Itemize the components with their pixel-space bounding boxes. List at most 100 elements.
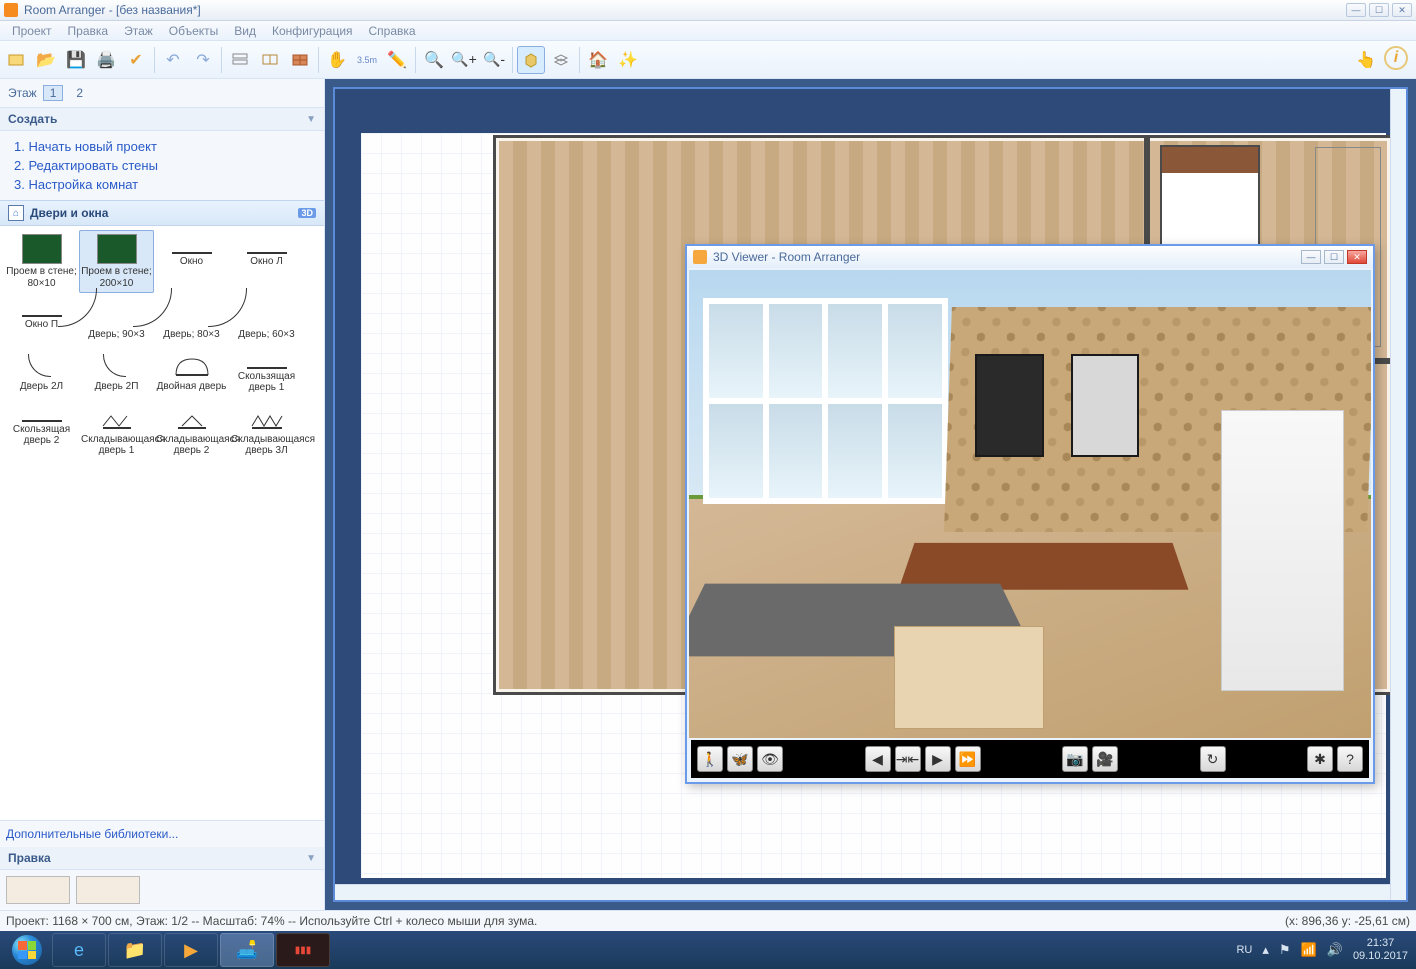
menu-floor[interactable]: Этаж xyxy=(116,24,161,38)
step-setup-rooms[interactable]: 3. Настройка комнат xyxy=(14,175,310,194)
flag-icon[interactable]: ⚑ xyxy=(1279,942,1291,958)
chevron-down-icon: ▼ xyxy=(306,114,316,125)
badge-3d: 3D xyxy=(298,208,316,218)
menu-view[interactable]: Вид xyxy=(226,24,264,38)
prev-icon[interactable]: ◀ xyxy=(865,746,891,772)
status-coords: (x: 896,36 y: -25,61 см) xyxy=(1285,914,1410,928)
maximize-button[interactable]: ☐ xyxy=(1369,3,1389,17)
lib-item-folding-1[interactable]: Складывающаяся дверь 1 xyxy=(79,398,154,461)
more-libraries-link[interactable]: Дополнительные библиотеки... xyxy=(0,820,324,847)
taskbar-explorer-icon[interactable]: 📁 xyxy=(108,933,162,967)
sparkle-icon[interactable]: ✨ xyxy=(614,46,642,74)
viewer-titlebar[interactable]: 3D Viewer - Room Arranger — ☐ ✕ xyxy=(687,246,1373,268)
edit-walls-icon[interactable] xyxy=(256,46,284,74)
fast-forward-icon[interactable]: ⏩ xyxy=(955,746,981,772)
menu-config[interactable]: Конфигурация xyxy=(264,24,361,38)
pencil-icon[interactable]: ✏️ xyxy=(383,46,411,74)
help-icon[interactable]: ? xyxy=(1337,746,1363,772)
tray-up-icon[interactable]: ▴ xyxy=(1262,942,1269,958)
window-title: Room Arranger - [без названия*] xyxy=(24,3,201,17)
zoom-in-icon[interactable]: 🔍+ xyxy=(450,46,478,74)
lib-item-door-2l[interactable]: Дверь 2Л xyxy=(4,345,79,398)
walk-mode-icon[interactable]: 🚶 xyxy=(697,746,723,772)
view-3d-icon[interactable] xyxy=(517,46,545,74)
lib-item-opening-200[interactable]: Проем в стене; 200×10 xyxy=(79,230,154,293)
menu-objects[interactable]: Объекты xyxy=(161,24,227,38)
lib-item-sliding-1[interactable]: Скользящая дверь 1 xyxy=(229,345,304,398)
save-icon[interactable]: 💾 xyxy=(62,46,90,74)
menu-help[interactable]: Справка xyxy=(361,24,424,38)
zoom-fit-icon[interactable]: 🔍 xyxy=(420,46,448,74)
category-doors-windows[interactable]: ⌂ Двери и окна 3D xyxy=(0,200,324,226)
rooms-icon[interactable] xyxy=(286,46,314,74)
measure-icon[interactable]: 3.5m xyxy=(353,46,381,74)
zoom-out-icon[interactable]: 🔍- xyxy=(480,46,508,74)
lib-item-window-l[interactable]: Окно Л xyxy=(229,230,304,293)
floor-selector: Этаж 1 2 xyxy=(0,79,324,108)
start-button[interactable] xyxy=(4,933,50,967)
lib-item-folding-2[interactable]: Складывающаяся дверь 2 xyxy=(154,398,229,461)
info-icon[interactable]: i xyxy=(1384,46,1408,70)
pointer-icon[interactable]: 👆 xyxy=(1352,46,1380,74)
viewer-maximize-button[interactable]: ☐ xyxy=(1324,250,1344,264)
eye-mode-icon[interactable]: 👁 xyxy=(757,746,783,772)
step-new-project[interactable]: 1. Начать новый проект xyxy=(14,137,310,156)
walls-icon[interactable] xyxy=(226,46,254,74)
canvas-area: 3D Viewer - Room Arranger — ☐ ✕ xyxy=(325,79,1416,910)
edit-section-header[interactable]: Правка ▼ xyxy=(0,847,324,870)
taskbar-app-icon[interactable]: ▮▮▮ xyxy=(276,933,330,967)
shrink-icon[interactable]: ⇥⇤ xyxy=(895,746,921,772)
lib-item-door-60[interactable]: Дверь; 60×3 xyxy=(229,293,304,345)
lib-item-opening-80[interactable]: Проем в стене; 80×10 xyxy=(4,230,79,293)
hand-icon[interactable]: ✋ xyxy=(323,46,351,74)
viewer-minimize-button[interactable]: — xyxy=(1301,250,1321,264)
taskbar-roomarranger-icon[interactable]: 🛋️ xyxy=(220,933,274,967)
viewer-close-button[interactable]: ✕ xyxy=(1347,250,1367,264)
video-icon[interactable]: 🎥 xyxy=(1092,746,1118,772)
refresh-icon[interactable]: ↻ xyxy=(1200,746,1226,772)
close-button[interactable]: ✕ xyxy=(1392,3,1412,17)
material-swatch-1[interactable] xyxy=(6,876,70,904)
lib-item-sliding-2[interactable]: Скользящая дверь 2 xyxy=(4,398,79,461)
clock[interactable]: 21:37 09.10.2017 xyxy=(1353,937,1408,963)
fly-mode-icon[interactable]: 🦋 xyxy=(727,746,753,772)
redo-icon[interactable]: ↷ xyxy=(189,46,217,74)
lib-item-double-door[interactable]: Двойная дверь xyxy=(154,345,229,398)
menu-project[interactable]: Проект xyxy=(4,24,60,38)
floor-1-button[interactable]: 1 xyxy=(43,85,64,101)
minimize-button[interactable]: — xyxy=(1346,3,1366,17)
step-edit-walls[interactable]: 2. Редактировать стены xyxy=(14,156,310,175)
viewer-title: 3D Viewer - Room Arranger xyxy=(713,250,860,264)
menu-edit[interactable]: Правка xyxy=(60,24,117,38)
layers-icon[interactable] xyxy=(547,46,575,74)
taskbar-ie-icon[interactable]: e xyxy=(52,933,106,967)
material-swatch-2[interactable] xyxy=(76,876,140,904)
camera-icon[interactable]: 📷 xyxy=(1062,746,1088,772)
new-icon[interactable] xyxy=(2,46,30,74)
undo-icon[interactable]: ↶ xyxy=(159,46,187,74)
lib-item-folding-3l[interactable]: Складывающаяся дверь 3Л xyxy=(229,398,304,461)
viewer-3d-window[interactable]: 3D Viewer - Room Arranger — ☐ ✕ xyxy=(685,244,1375,784)
house-icon[interactable]: 🏠 xyxy=(584,46,612,74)
scrollbar-vertical[interactable] xyxy=(1390,89,1406,900)
app-icon xyxy=(4,3,18,17)
settings-icon[interactable]: ✱ xyxy=(1307,746,1333,772)
separator xyxy=(579,47,580,73)
taskbar-media-icon[interactable]: ▶ xyxy=(164,933,218,967)
floor-2-button[interactable]: 2 xyxy=(69,85,90,101)
play-icon[interactable]: ▶ xyxy=(925,746,951,772)
library-panel: Проем в стене; 80×10 Проем в стене; 200×… xyxy=(0,226,324,820)
lib-item-door-2r[interactable]: Дверь 2П xyxy=(79,345,154,398)
viewer-render-area[interactable] xyxy=(689,270,1371,738)
scrollbar-horizontal[interactable] xyxy=(335,884,1390,900)
check-icon[interactable]: ✔ xyxy=(122,46,150,74)
print-icon[interactable]: 🖨️ xyxy=(92,46,120,74)
lib-item-window[interactable]: Окно xyxy=(154,230,229,293)
open-icon[interactable]: 📂 xyxy=(32,46,60,74)
system-tray: RU ▴ ⚑ 📶 🔊 21:37 09.10.2017 xyxy=(1236,937,1412,963)
statusbar: Проект: 1168 × 700 см, Этаж: 1/2 -- Масш… xyxy=(0,910,1416,931)
lang-indicator[interactable]: RU xyxy=(1236,944,1252,956)
create-section-header[interactable]: Создать ▼ xyxy=(0,108,324,131)
network-icon[interactable]: 📶 xyxy=(1301,942,1317,958)
volume-icon[interactable]: 🔊 xyxy=(1327,942,1343,958)
